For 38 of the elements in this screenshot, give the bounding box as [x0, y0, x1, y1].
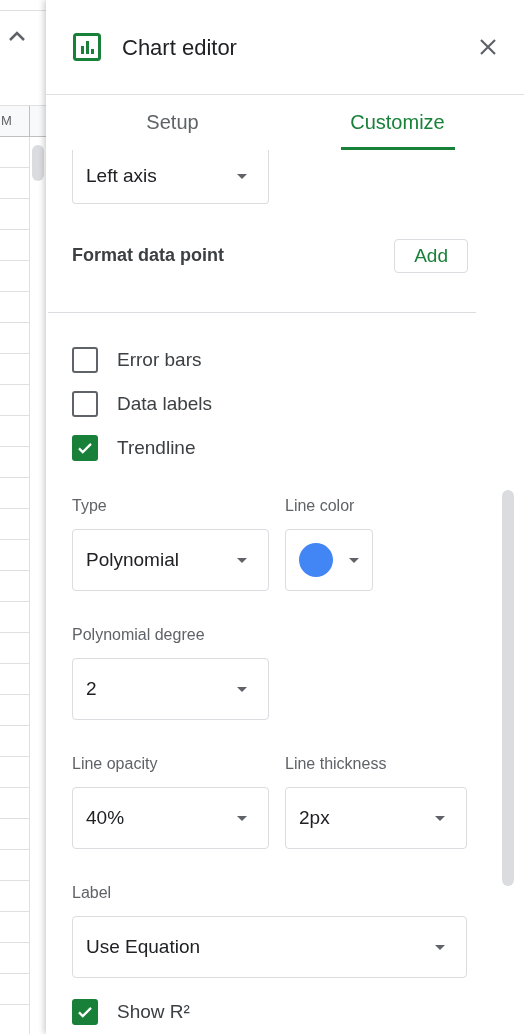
field-label: Label — [72, 883, 113, 903]
checkbox-label: Data labels — [117, 391, 213, 416]
collapse-caret-icon[interactable] — [8, 30, 26, 42]
field-label: Line opacity — [72, 754, 159, 774]
checkbox-label: Error bars — [117, 347, 202, 372]
dropdown-caret-icon — [237, 173, 247, 179]
field-label: Line thickness — [285, 754, 388, 774]
checkbox[interactable] — [72, 391, 98, 417]
panel-title: Chart editor — [122, 33, 238, 62]
dropdown[interactable]: 40% — [72, 787, 269, 849]
tab[interactable]: Setup — [60, 95, 285, 150]
dropdown[interactable]: 2px — [285, 787, 467, 849]
field-label: Polynomial degree — [72, 625, 206, 645]
field-label: Line color — [285, 496, 356, 516]
checkbox-label: Trendline — [117, 435, 196, 460]
dropdown-caret-icon — [435, 815, 445, 821]
dropdown[interactable]: Left axis — [72, 150, 269, 204]
dropdown[interactable]: Polynomial — [72, 529, 269, 591]
color-picker[interactable] — [285, 529, 373, 591]
scrollbar-thumb[interactable] — [32, 145, 44, 181]
checkbox-label: Show R² — [117, 999, 190, 1024]
dropdown-caret-icon — [349, 557, 359, 563]
checkbox[interactable] — [72, 999, 98, 1025]
checkbox[interactable] — [72, 347, 98, 373]
dropdown-caret-icon — [237, 686, 247, 692]
chart-icon — [73, 33, 101, 61]
scrollbar-thumb[interactable] — [502, 490, 514, 886]
tab[interactable]: Customize — [285, 95, 510, 150]
checkbox[interactable] — [72, 435, 98, 461]
close-icon[interactable] — [479, 38, 497, 56]
dropdown-caret-icon — [237, 557, 247, 563]
dropdown-caret-icon — [435, 944, 445, 950]
dropdown-caret-icon — [237, 815, 247, 821]
section-title: Format data point — [72, 244, 224, 268]
dropdown[interactable]: 2 — [72, 658, 269, 720]
dropdown[interactable]: Use Equation — [72, 916, 467, 978]
field-label: Type — [72, 496, 108, 516]
add-button[interactable]: Add — [394, 238, 468, 273]
